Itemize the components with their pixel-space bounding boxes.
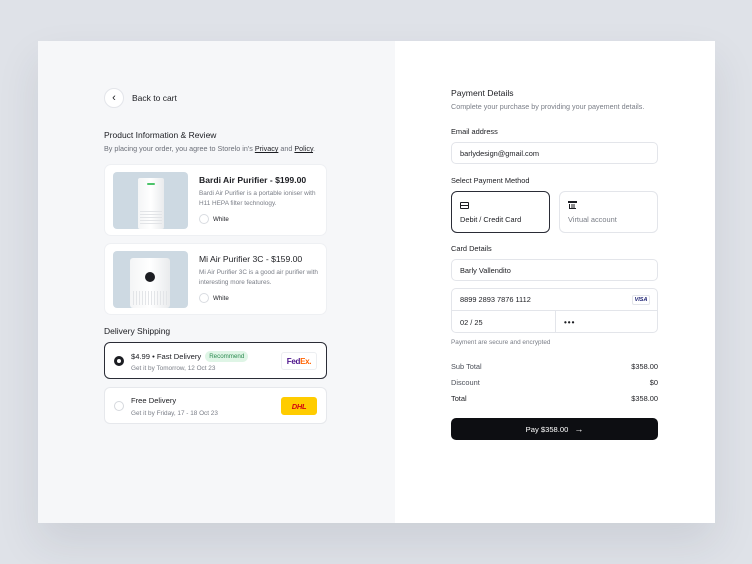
product-image xyxy=(113,172,188,229)
expiry-field[interactable]: 02 / 25 xyxy=(452,311,556,333)
vent-lines xyxy=(133,291,167,305)
pay-button[interactable]: Pay $358.00 → xyxy=(451,418,658,440)
product-description: Mi Air Purifier 3C is a good air purifie… xyxy=(199,269,318,286)
product-info-subtitle: By placing your order, you agree to Stor… xyxy=(104,144,315,153)
vent-lines xyxy=(140,211,162,225)
back-to-cart-link[interactable]: ‹ Back to cart xyxy=(104,88,177,108)
chevron-left-icon[interactable]: ‹ xyxy=(104,88,124,108)
total-value: $358.00 xyxy=(631,394,658,403)
card-input-group: 8899 2893 7876 1112 VISA 02 / 25 ••• xyxy=(451,288,658,333)
color-option[interactable]: White xyxy=(199,214,229,224)
color-label: White xyxy=(213,215,229,223)
radio-selected[interactable] xyxy=(114,356,124,366)
privacy-link[interactable]: Privacy xyxy=(255,144,279,153)
color-swatch[interactable] xyxy=(199,214,209,224)
policy-link[interactable]: Policy xyxy=(294,144,313,153)
shipping-option-fast[interactable]: $4.99 • Fast Delivery Recommend Get it b… xyxy=(104,342,327,379)
subtotal-row: Sub Total $358.00 xyxy=(451,362,658,371)
card-details-label: Card Details xyxy=(451,244,492,253)
checkout-frame: ‹ Back to cart Product Information & Rev… xyxy=(38,41,715,523)
product-card: Bardi Air Purifier - $199.00 Bardi Air P… xyxy=(104,164,327,236)
product-card: Mi Air Purifier 3C - $159.00 Mi Air Puri… xyxy=(104,243,327,315)
and-text: and xyxy=(280,144,293,153)
air-purifier-illustration xyxy=(130,258,170,308)
shipping-name-row: $4.99 • Fast Delivery Recommend xyxy=(131,351,249,362)
payment-panel: Payment Details Complete your purchase b… xyxy=(395,41,715,523)
secure-note: Payment are secure and encrypted xyxy=(451,339,551,346)
shipping-eta: Get it by Tomorrow, 12 Oct 23 xyxy=(131,365,216,372)
fedex-logo-fed: Fed xyxy=(286,356,301,366)
subtotal-label: Sub Total xyxy=(451,362,482,371)
shipping-name-row: Free Delivery xyxy=(131,396,176,405)
arrow-right-icon: → xyxy=(574,423,584,434)
email-field[interactable]: barlydesign@gmail.com xyxy=(451,142,658,164)
total-label: Total xyxy=(451,394,467,403)
payment-method-label-card: Debit / Credit Card xyxy=(460,215,522,224)
email-label: Email address xyxy=(451,127,498,136)
payment-subtitle: Complete your purchase by providing your… xyxy=(451,102,645,111)
card-number-field[interactable]: 8899 2893 7876 1112 VISA xyxy=(452,289,657,311)
payment-method-label-virtual: Virtual account xyxy=(568,215,617,224)
total-row: Total $358.00 xyxy=(451,394,658,403)
bank-icon xyxy=(568,201,577,209)
agreement-text: By placing your order, you agree to Stor… xyxy=(104,144,253,153)
shipping-name: $4.99 • Fast Delivery xyxy=(131,352,202,361)
discount-row: Discount $0 xyxy=(451,378,658,387)
order-panel: ‹ Back to cart Product Information & Rev… xyxy=(38,41,395,523)
payment-title: Payment Details xyxy=(451,88,514,98)
period-text: . xyxy=(313,144,316,153)
cardholder-name-field[interactable]: Barly Vallendito xyxy=(451,259,658,281)
product-description: Bardi Air Purifier is a portable ioniser… xyxy=(199,190,316,207)
dhl-logo-text: DHL xyxy=(291,401,307,411)
credit-card-icon xyxy=(460,202,469,209)
pay-button-label: Pay $358.00 xyxy=(525,424,569,434)
shipping-title: Delivery Shipping xyxy=(104,326,171,336)
dhl-logo: DHL xyxy=(281,397,317,415)
color-swatch[interactable] xyxy=(199,293,209,303)
payment-method-virtual[interactable]: Virtual account xyxy=(559,191,658,233)
recommend-badge: Recommend xyxy=(205,351,249,362)
subtotal-value: $358.00 xyxy=(631,362,658,371)
display-dot xyxy=(145,272,155,282)
payment-method-label: Select Payment Method xyxy=(451,176,530,185)
cvc-field[interactable]: ••• xyxy=(556,311,657,333)
product-info-title: Product Information & Review xyxy=(104,130,217,140)
fedex-logo-ex: Ex. xyxy=(300,356,312,366)
discount-value: $0 xyxy=(649,378,658,387)
card-number-value: 8899 2893 7876 1112 xyxy=(460,295,531,304)
visa-icon: VISA xyxy=(632,295,650,305)
payment-method-card[interactable]: Debit / Credit Card xyxy=(451,191,550,233)
fedex-logo: Fed Ex. xyxy=(281,352,317,370)
air-purifier-illustration xyxy=(138,178,164,229)
product-image xyxy=(113,251,188,308)
color-label: White xyxy=(213,294,229,302)
product-name: Bardi Air Purifier - $199.00 xyxy=(199,175,307,185)
product-name: Mi Air Purifier 3C - $159.00 xyxy=(199,254,303,264)
indicator-light xyxy=(147,183,155,185)
color-option[interactable]: White xyxy=(199,293,229,303)
shipping-name: Free Delivery xyxy=(131,396,177,405)
shipping-option-free[interactable]: Free Delivery Get it by Friday, 17 - 18 … xyxy=(104,387,327,424)
shipping-eta: Get it by Friday, 17 - 18 Oct 23 xyxy=(131,410,218,417)
back-label[interactable]: Back to cart xyxy=(132,93,177,103)
discount-label: Discount xyxy=(451,378,480,387)
radio-unselected[interactable] xyxy=(114,401,124,411)
